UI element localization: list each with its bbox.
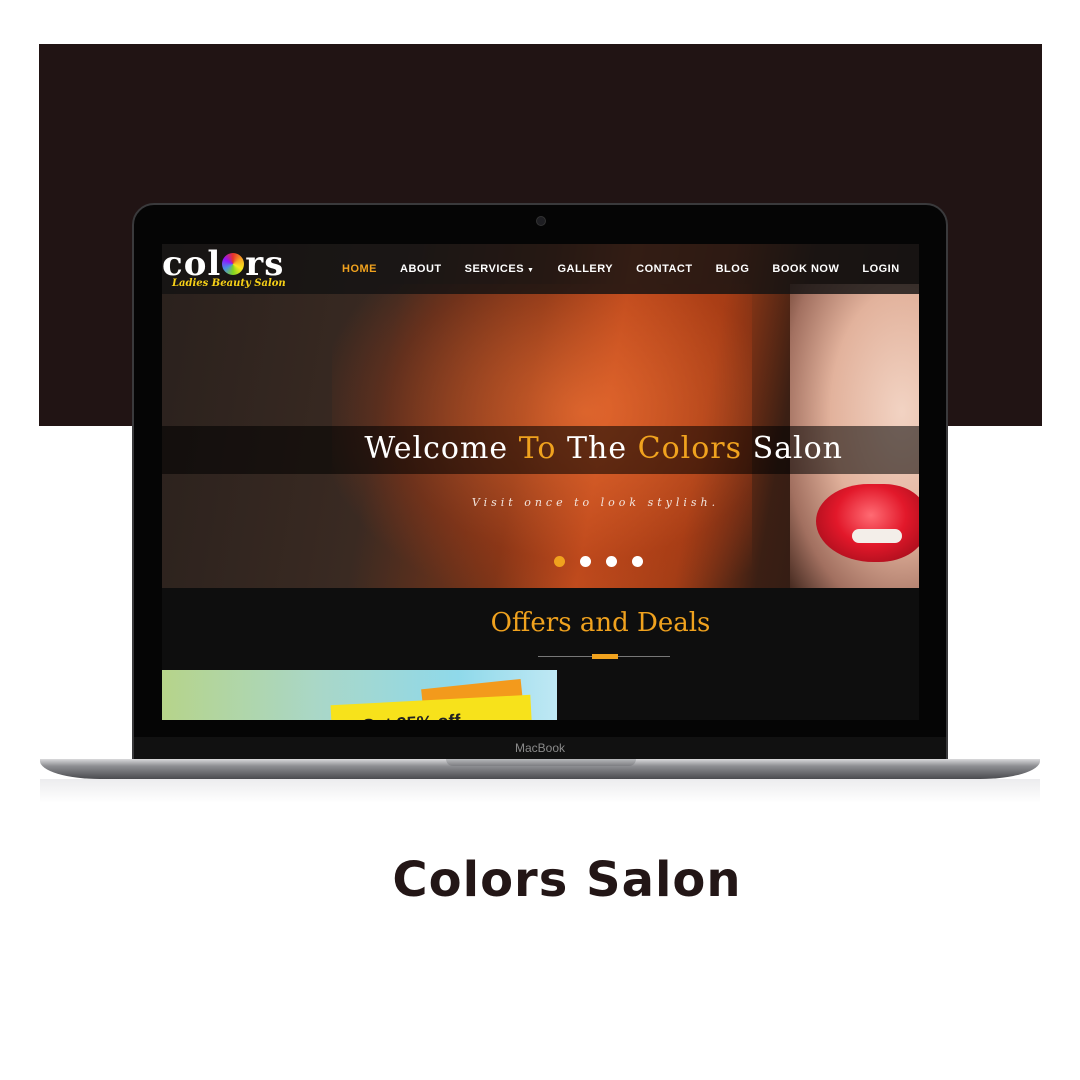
caret-down-icon: ▼ [527,267,535,274]
nav-login[interactable]: LOGIN [862,263,899,275]
hero-heading-part: Salon [742,431,843,466]
site-navbar: col rs Ladies Beauty Salon HOME ABOUT SER… [162,244,919,294]
logo-tagline: Ladies Beauty Salon [172,278,286,289]
slider-dot[interactable] [554,556,565,567]
nav-services-label: SERVICES [464,263,525,275]
hero-banner: Welcome To The Colors Salon Visit once t… [162,244,919,604]
offer-card[interactable]: Get 25% off [162,670,557,720]
nav-contact[interactable]: CONTACT [636,263,692,275]
site-logo[interactable]: col rs Ladies Beauty Salon [162,244,292,292]
main-nav: HOME ABOUT SERVICES ▼ GALLERY CONTACT BLO… [342,244,919,294]
nav-book-now[interactable]: BOOK NOW [772,263,839,275]
hero-tagline: Visit once to look stylish. [471,496,720,509]
hero-heading-part: Welcome [364,431,519,466]
laptop-bezel: MacBook [134,737,946,761]
nav-blog[interactable]: BLOG [716,263,750,275]
slider-dots [554,556,658,567]
hero-teeth-image [852,529,902,543]
camera-icon [536,216,546,226]
hero-heading-accent: To [518,431,557,466]
nav-gallery[interactable]: GALLERY [557,263,613,275]
offers-divider-accent [592,654,618,659]
hero-heading-part: The [556,431,638,466]
offers-title: Offers and Deals [490,608,711,638]
laptop-reflection [40,779,1040,803]
slider-dot[interactable] [632,556,643,567]
laptop-screen: Welcome To The Colors Salon Visit once t… [162,244,919,720]
device-label: MacBook [514,741,566,755]
slider-dot[interactable] [580,556,591,567]
nav-services[interactable]: SERVICES ▼ [465,263,535,275]
slider-dot[interactable] [606,556,617,567]
offer-card-text: Get 25% off [361,711,461,720]
nav-about[interactable]: ABOUT [400,263,442,275]
caption-title: Colors Salon [392,852,742,908]
offers-section: Offers and Deals Get 25% off [162,588,919,720]
nav-home[interactable]: HOME [342,263,377,275]
hero-heading: Welcome To The Colors Salon [162,431,919,466]
hero-heading-accent: Colors [637,431,743,466]
laptop-notch [446,759,636,766]
color-swirl-icon [222,253,245,275]
